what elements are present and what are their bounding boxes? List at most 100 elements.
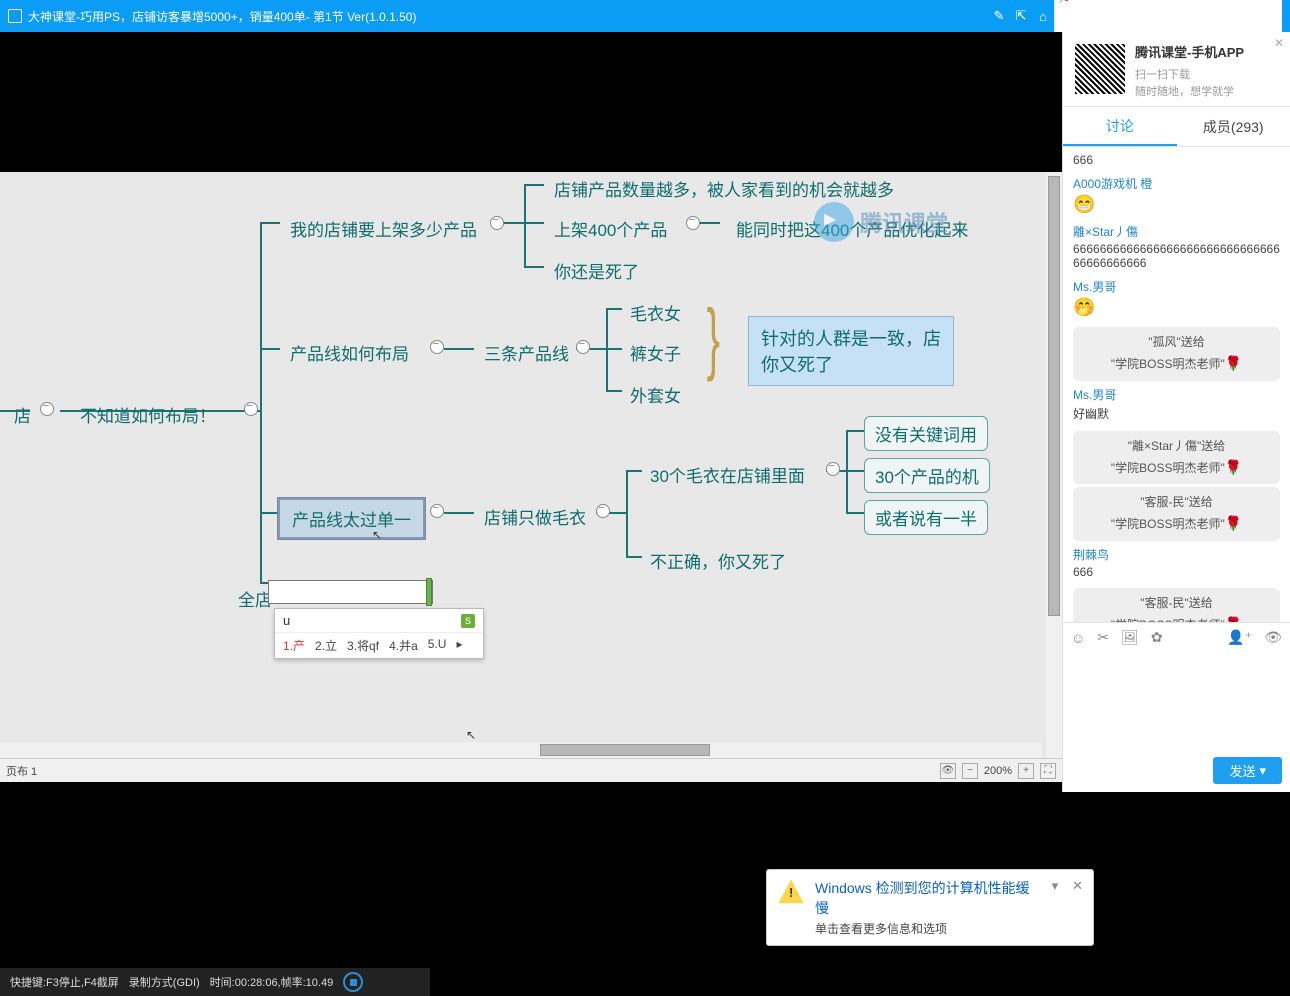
toast-collapse-icon[interactable]: ▾ [1052, 878, 1059, 894]
chat-input[interactable]: 发送▾ [1063, 652, 1290, 792]
node-30-products[interactable]: 30个产品的机 [864, 458, 990, 493]
eye-icon[interactable]: 👁 [1264, 629, 1282, 646]
ime-candidate[interactable]: 5.U [428, 637, 447, 654]
node-more-products-more-exposure[interactable]: 店铺产品数量越多，被人家看到的机会就越多 [544, 172, 904, 205]
node-pants[interactable]: 裤女子 [620, 336, 691, 369]
node-or-half[interactable]: 或者说有一半 [864, 500, 988, 535]
node-wrong-die[interactable]: 不正确，你又死了 [640, 544, 796, 577]
edit-cursor-icon [426, 578, 432, 606]
chat-panel: ✕ 腾讯课堂-手机APP 扫一扫下载 随时随地，想学就学 讨论 成员(293) … [1062, 32, 1290, 792]
chat-text: 6666666666666666666666666666666666666666… [1073, 242, 1280, 270]
image-icon[interactable]: 🖼 [1121, 629, 1139, 646]
chat-user[interactable]: 荆棘鸟 [1073, 546, 1280, 563]
chat-list[interactable]: 666 A000游戏机 橙😁 離×Star丿傷66666666666666666… [1063, 147, 1290, 622]
gift-message: "客服-民"送给"学院BOSS明杰老师"🌹 [1073, 487, 1280, 541]
titlebar: 大神课堂-巧用PS，店铺访客暴增5000+，销量400单- 第1节 Ver(1.… [0, 0, 1290, 32]
ime-candidate[interactable]: 4.并a [389, 637, 418, 654]
node-toggle-icon[interactable] [430, 340, 444, 354]
zoom-out-icon[interactable]: − [962, 763, 978, 779]
user-add-icon[interactable]: 👤⁺ [1227, 629, 1252, 646]
toast-close-icon[interactable]: ✕ [1072, 878, 1083, 894]
ime-candidates[interactable]: 1.产 2.立 3.将qf 4.并a 5.U ▸ [275, 632, 483, 658]
ime-next-icon[interactable]: ▸ [456, 637, 462, 654]
video-area: 店 不知道如何布局！ 我的店铺要上架多少产品 店铺产品数量越多，被人家看到的机会… [0, 32, 1062, 792]
ime-candidate[interactable]: 3.将qf [347, 637, 379, 654]
chat-user[interactable]: 離×Star丿傷 [1073, 223, 1280, 240]
tab-members[interactable]: 成员(293) [1177, 107, 1290, 146]
flower-icon[interactable]: ✿ [1151, 629, 1163, 646]
send-button[interactable]: 发送▾ [1213, 757, 1282, 784]
node-no-keywords[interactable]: 没有关键词用 [864, 416, 988, 451]
warning-icon [777, 878, 805, 906]
node-how-many-products[interactable]: 我的店铺要上架多少产品 [280, 212, 487, 245]
scissors-icon[interactable]: ✂ [1097, 629, 1109, 646]
gift-message: "客服-民"送给"学院BOSS明杰老师"🌹 [1073, 588, 1280, 622]
node-toggle-icon[interactable] [576, 340, 590, 354]
node-not-know-layout[interactable]: 不知道如何布局！ [70, 398, 226, 431]
home-icon[interactable]: ⌂ [1032, 9, 1054, 24]
chevron-down-icon: ▾ [1259, 763, 1266, 779]
tab-discuss[interactable]: 讨论 [1063, 107, 1177, 146]
horizontal-scrollbar[interactable] [0, 742, 1042, 758]
page-label[interactable]: 页布 1 [6, 763, 37, 779]
node-same-crowd-die[interactable]: 针对的人群是一致，店 你又死了 [748, 316, 954, 386]
node-coat[interactable]: 外套女 [620, 378, 691, 411]
mindmap-status-bar: 页布 1 👁 − 200% + ⛶ [0, 758, 1062, 782]
chat-text: 好幽默 [1073, 405, 1280, 422]
emoji-laugh-icon: 🤭 [1073, 297, 1280, 318]
cursor-icon: ↖ [372, 528, 382, 542]
node-toggle-icon[interactable] [596, 504, 610, 518]
node-toggle-icon[interactable] [244, 402, 258, 416]
node-toggle-icon[interactable] [490, 216, 504, 230]
node-list-400[interactable]: 上架400个产品 [544, 212, 677, 245]
recorder-hotkeys: 快捷键:F3停止,F4截屏 [10, 974, 119, 990]
ime-candidate[interactable]: 1.产 [283, 637, 305, 654]
view-eye-icon[interactable]: 👁 [940, 763, 956, 779]
zoom-level[interactable]: 200% [984, 765, 1012, 777]
watermark-text: 腾讯课堂 [860, 206, 948, 238]
rose-icon: 🌹 [1225, 515, 1242, 531]
toast-title: Windows 检测到您的计算机性能缓慢 [815, 878, 1042, 918]
chat-user[interactable]: Ms.男哥 [1073, 386, 1280, 403]
panel-close-icon[interactable]: ✕ [1274, 36, 1284, 50]
recorder-stop-button[interactable] [343, 972, 363, 992]
node-product-line-layout[interactable]: 产品线如何布局 [280, 336, 419, 369]
edit-icon[interactable]: ✎ [988, 8, 1010, 24]
node-toggle-icon[interactable] [40, 402, 54, 416]
chat-user[interactable]: A000游戏机 橙 [1073, 175, 1280, 192]
qr-code-icon [1073, 42, 1127, 96]
watermark: 腾讯课堂 [814, 202, 948, 242]
share-icon[interactable]: ⇱ [1010, 8, 1032, 24]
pin-icon[interactable]: 📌 [1055, 0, 1077, 5]
node-three-lines[interactable]: 三条产品线 [474, 336, 579, 369]
node-root-store[interactable]: 店 [4, 398, 41, 431]
fit-icon[interactable]: ⛶ [1040, 763, 1056, 779]
ime-panel[interactable]: u S 1.产 2.立 3.将qf 4.并a 5.U ▸ [274, 608, 484, 659]
node-toggle-icon[interactable] [826, 462, 840, 476]
minimize-icon[interactable]: — [1055, 9, 1077, 24]
ime-candidate[interactable]: 2.立 [315, 637, 337, 654]
node-edit-input[interactable] [268, 580, 433, 604]
zoom-in-icon[interactable]: + [1018, 763, 1034, 779]
node-sweater[interactable]: 毛衣女 [620, 296, 691, 329]
rose-icon: 🌹 [1225, 355, 1242, 371]
panel-sub2: 随时随地，想学就学 [1135, 84, 1244, 101]
ime-sogou-icon: S [461, 614, 475, 628]
chat-user[interactable]: Ms.男哥 [1073, 278, 1280, 295]
mindmap-canvas[interactable]: 店 不知道如何布局！ 我的店铺要上架多少产品 店铺产品数量越多，被人家看到的机会… [0, 172, 1062, 782]
node-toggle-icon[interactable] [686, 216, 700, 230]
app-logo-icon [8, 9, 22, 23]
node-toggle-icon[interactable] [430, 504, 444, 518]
emoji-button-icon[interactable]: ☺ [1071, 630, 1085, 646]
node-single-line[interactable]: 产品线太过单一 [278, 498, 425, 539]
rose-icon: 🌹 [1225, 616, 1242, 622]
node-only-sweater[interactable]: 店铺只做毛衣 [474, 500, 596, 533]
chat-text: 666 [1073, 565, 1280, 579]
recorder-time: 时间:00:28:06,帧率:10.49 [210, 974, 334, 990]
cursor-icon: ↖ [466, 728, 476, 742]
vertical-scrollbar[interactable] [1046, 172, 1062, 758]
windows-perf-toast[interactable]: Windows 检测到您的计算机性能缓慢 单击查看更多信息和选项 ▾ ✕ [766, 869, 1094, 946]
node-30-sweaters[interactable]: 30个毛衣在店铺里面 [640, 458, 815, 491]
node-you-die[interactable]: 你还是死了 [544, 254, 649, 287]
recorder-mode[interactable]: 录制方式(GDI) [129, 974, 200, 990]
